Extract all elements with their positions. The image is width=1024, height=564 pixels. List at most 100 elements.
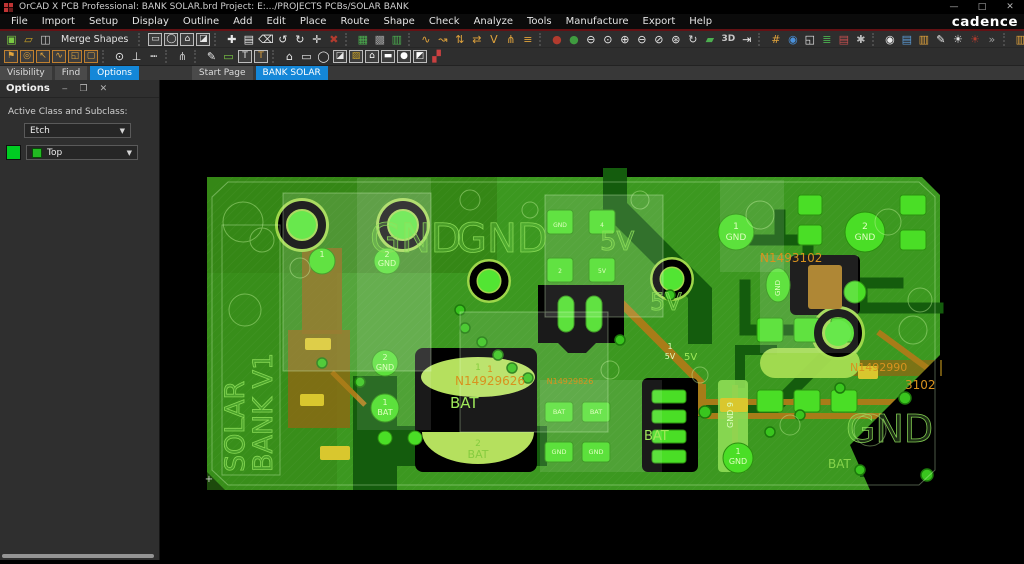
zoom-out-center-icon[interactable]: ⊖ bbox=[582, 32, 599, 47]
brightness-icon[interactable]: ☀ bbox=[949, 32, 966, 47]
toggle-probe-icon[interactable]: ↖ bbox=[36, 50, 50, 63]
layer-color-swatch[interactable] bbox=[6, 145, 21, 160]
toggle-flag-icon[interactable]: ⚑ bbox=[4, 50, 18, 63]
menu-edit[interactable]: Edit bbox=[259, 16, 292, 27]
delay-tune-icon[interactable]: ⇅ bbox=[451, 32, 468, 47]
shape-select-icon[interactable]: ◪ bbox=[196, 33, 210, 46]
tab-find[interactable]: Find bbox=[55, 66, 87, 80]
undo-icon[interactable]: ↺ bbox=[274, 32, 291, 47]
measure-ruler-icon[interactable]: ┉ bbox=[145, 49, 162, 64]
panel-horizontal-scrollbar[interactable] bbox=[2, 554, 154, 558]
measure-point-icon[interactable]: ⊥ bbox=[128, 49, 145, 64]
minimize-button[interactable]: — bbox=[940, 0, 968, 14]
pin-icon[interactable]: ✛ bbox=[308, 32, 325, 47]
add-connect-icon[interactable]: ∿ bbox=[417, 32, 434, 47]
merge-shapes-button[interactable]: Merge Shapes bbox=[54, 34, 135, 45]
panel-close-icon[interactable]: ✕ bbox=[100, 84, 108, 94]
tab-options[interactable]: Options bbox=[90, 66, 139, 80]
shadow-mode-icon[interactable]: ☀ bbox=[966, 32, 983, 47]
menu-check[interactable]: Check bbox=[422, 16, 467, 27]
sketch-line-icon[interactable]: ✎ bbox=[203, 49, 220, 64]
place-chip-icon[interactable]: ▩ bbox=[371, 32, 388, 47]
menu-tools[interactable]: Tools bbox=[520, 16, 559, 27]
menu-manufacture[interactable]: Manufacture bbox=[559, 16, 636, 27]
save-design-icon[interactable]: ◫ bbox=[37, 32, 54, 47]
zoom-previous-icon[interactable]: ⊛ bbox=[667, 32, 684, 47]
artwork-icon[interactable]: ✎ bbox=[932, 32, 949, 47]
color-dialog-icon[interactable]: ◉ bbox=[784, 32, 801, 47]
shape-add-red-icon[interactable]: ● bbox=[548, 32, 565, 47]
redraw-icon[interactable]: ↻ bbox=[684, 32, 701, 47]
half-fill-icon[interactable]: ◩ bbox=[413, 50, 427, 63]
poly-circle-icon[interactable]: ◯ bbox=[315, 49, 332, 64]
shape-rectangle-icon[interactable]: ▭ bbox=[148, 33, 162, 46]
assign-color-icon[interactable]: ▞ bbox=[428, 49, 445, 64]
shape-circle-icon[interactable]: ◯ bbox=[164, 33, 178, 46]
toggle-signal-icon[interactable]: ∿ bbox=[52, 50, 66, 63]
menu-add[interactable]: Add bbox=[226, 16, 259, 27]
menu-route[interactable]: Route bbox=[333, 16, 376, 27]
more-tools-chevron-icon[interactable]: » bbox=[983, 32, 1000, 47]
menu-export[interactable]: Export bbox=[636, 16, 683, 27]
class-select[interactable]: Etch ▼ bbox=[24, 123, 131, 138]
redo-icon[interactable]: ↻ bbox=[291, 32, 308, 47]
slide-icon[interactable]: ↝ bbox=[434, 32, 451, 47]
zoom-fit-icon[interactable]: ⊘ bbox=[650, 32, 667, 47]
filled-pentagon-icon[interactable]: ⌂ bbox=[365, 50, 379, 63]
design-canvas[interactable]: GNDGNDGND5V5VSOLARBANK V1BATBATBAT5V1N14… bbox=[160, 80, 1024, 560]
place-module-icon[interactable]: ▥ bbox=[388, 32, 405, 47]
3d-canvas-icon[interactable]: 3D bbox=[718, 32, 738, 47]
menu-shape[interactable]: Shape bbox=[376, 16, 421, 27]
filled-rect-icon[interactable]: ▬ bbox=[381, 50, 395, 63]
toggle-copy-icon[interactable]: ◱ bbox=[68, 50, 82, 63]
zoom-glass-icon[interactable]: ⊙ bbox=[111, 49, 128, 64]
reports-icon[interactable]: ▤ bbox=[835, 32, 852, 47]
edit-text-icon[interactable]: T bbox=[254, 50, 268, 63]
menu-place[interactable]: Place bbox=[293, 16, 334, 27]
layers-icon[interactable]: ≣ bbox=[818, 32, 835, 47]
toggle-frame-icon[interactable]: ▢ bbox=[84, 50, 98, 63]
copy-icon[interactable]: ▤ bbox=[240, 32, 257, 47]
vertex-icon[interactable]: V bbox=[485, 32, 502, 47]
new-design-icon[interactable]: ▣ bbox=[3, 32, 20, 47]
filled-circle-icon[interactable]: ● bbox=[397, 50, 411, 63]
select-shape-icon[interactable]: ◪ bbox=[333, 50, 347, 63]
zoom-points-icon[interactable]: ⊙ bbox=[599, 32, 616, 47]
phase-tune-icon[interactable]: ⇄ bbox=[468, 32, 485, 47]
zoom-out-icon[interactable]: ⊖ bbox=[633, 32, 650, 47]
unpin-icon[interactable]: ✖ bbox=[325, 32, 342, 47]
shape-add-green-icon[interactable]: ● bbox=[565, 32, 582, 47]
delete-icon[interactable]: ⌫ bbox=[257, 32, 274, 47]
menu-outline[interactable]: Outline bbox=[176, 16, 226, 27]
add-text-icon[interactable]: T bbox=[238, 50, 252, 63]
close-button[interactable]: ✕ bbox=[996, 0, 1024, 14]
spread-lines-icon[interactable]: ≡ bbox=[519, 32, 536, 47]
settings-gear-icon[interactable]: ✱ bbox=[852, 32, 869, 47]
flip-design-icon[interactable]: ⇥ bbox=[738, 32, 755, 47]
grid-toggle-icon[interactable]: # bbox=[767, 32, 784, 47]
fanout-fingers-icon[interactable]: ⋔ bbox=[174, 49, 191, 64]
doc-attach-icon[interactable]: ▤ bbox=[898, 32, 915, 47]
canvas-tab-start-page[interactable]: Start Page bbox=[192, 66, 253, 80]
menu-analyze[interactable]: Analyze bbox=[467, 16, 520, 27]
export-doc-icon[interactable]: ▥ bbox=[1012, 32, 1024, 47]
panel-float-icon[interactable]: ❐ bbox=[80, 84, 88, 94]
3d-board-icon[interactable]: ▰ bbox=[701, 32, 718, 47]
visibility-eye-icon[interactable]: ◉ bbox=[881, 32, 898, 47]
add-shape-label-icon[interactable]: ▭ bbox=[220, 49, 237, 64]
panel-minimize-icon[interactable]: ‒ bbox=[62, 84, 68, 94]
toggle-donut-icon[interactable]: ◎ bbox=[20, 50, 34, 63]
create-fanout-icon[interactable]: ⋔ bbox=[502, 32, 519, 47]
poly-pentagon-icon[interactable]: ⌂ bbox=[281, 49, 298, 64]
copy-view-icon[interactable]: ◱ bbox=[801, 32, 818, 47]
tab-visibility[interactable]: Visibility bbox=[0, 66, 52, 80]
move-icon[interactable]: ✚ bbox=[223, 32, 240, 47]
place-component-icon[interactable]: ▦ bbox=[354, 32, 371, 47]
open-design-icon[interactable]: ▱ bbox=[20, 32, 37, 47]
canvas-tab-bank-solar[interactable]: BANK SOLAR bbox=[256, 66, 328, 80]
menu-help[interactable]: Help bbox=[682, 16, 719, 27]
menu-setup[interactable]: Setup bbox=[82, 16, 125, 27]
menu-import[interactable]: Import bbox=[35, 16, 82, 27]
cross-section-icon[interactable]: ▥ bbox=[915, 32, 932, 47]
subclass-select[interactable]: Top ▼ bbox=[26, 145, 138, 160]
